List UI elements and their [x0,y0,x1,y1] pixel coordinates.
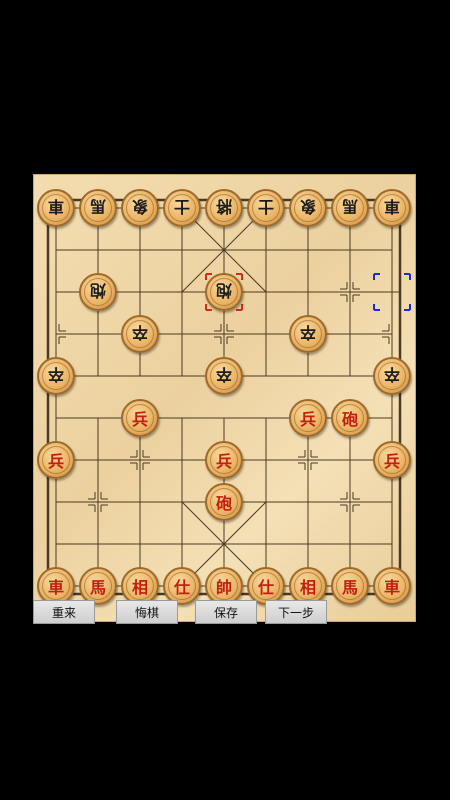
black-piece[interactable]: 卒 [373,357,411,395]
black-piece[interactable]: 象 [121,189,159,227]
piece-label: 馬 [341,578,358,597]
chessboard[interactable]: 車馬象士將士象馬車炮炮卒卒卒卒卒兵兵砲兵兵兵砲車馬相仕帥仕相馬車 [33,174,416,622]
piece-label: 卒 [215,365,232,384]
piece-label: 帥 [215,578,232,597]
red-piece[interactable]: 兵 [289,399,327,437]
piece-label: 將 [215,197,232,216]
black-piece[interactable]: 馬 [331,189,369,227]
black-piece[interactable]: 卒 [37,357,75,395]
piece-label: 馬 [89,197,106,216]
piece-label: 車 [47,197,64,216]
piece-label: 卒 [47,365,64,384]
piece-label: 砲 [341,410,358,429]
black-piece[interactable]: 卒 [121,315,159,353]
red-piece[interactable]: 兵 [121,399,159,437]
piece-label: 卒 [131,323,148,342]
piece-label: 兵 [215,452,232,471]
black-piece[interactable]: 將 [205,189,243,227]
piece-label: 仕 [257,578,274,597]
red-piece[interactable]: 砲 [205,483,243,521]
piece-label: 砲 [215,494,232,513]
piece-label: 相 [131,578,148,597]
piece-label: 車 [383,197,400,216]
black-piece[interactable]: 士 [163,189,201,227]
black-piece[interactable]: 炮 [205,273,243,311]
piece-label: 相 [299,578,316,597]
piece-label: 馬 [341,197,358,216]
black-piece[interactable]: 卒 [205,357,243,395]
black-piece[interactable]: 車 [373,189,411,227]
piece-label: 兵 [299,410,316,429]
piece-label: 炮 [215,281,232,300]
toolbar: 重来 悔棋 保存 下一步 [33,600,416,624]
black-piece[interactable]: 炮 [79,273,117,311]
piece-label: 炮 [89,281,106,300]
next-step-button[interactable]: 下一步 [265,600,327,624]
piece-label: 兵 [131,410,148,429]
black-piece[interactable]: 象 [289,189,327,227]
piece-label: 車 [47,578,64,597]
piece-label: 馬 [89,578,106,597]
piece-label: 兵 [383,452,400,471]
piece-label: 卒 [299,323,316,342]
red-piece[interactable]: 兵 [205,441,243,479]
piece-label: 仕 [173,578,190,597]
red-piece[interactable]: 砲 [331,399,369,437]
piece-label: 象 [131,197,148,216]
piece-label: 車 [383,578,400,597]
board-grid [46,198,411,596]
black-piece[interactable]: 士 [247,189,285,227]
red-piece[interactable]: 兵 [373,441,411,479]
piece-label: 象 [299,197,316,216]
undo-button[interactable]: 悔棋 [116,600,178,624]
black-piece[interactable]: 車 [37,189,75,227]
red-piece[interactable]: 兵 [37,441,75,479]
black-piece[interactable]: 卒 [289,315,327,353]
piece-label: 士 [257,197,274,216]
piece-label: 士 [173,197,190,216]
piece-label: 兵 [47,452,64,471]
piece-label: 卒 [383,365,400,384]
save-button[interactable]: 保存 [195,600,257,624]
black-piece[interactable]: 馬 [79,189,117,227]
restart-button[interactable]: 重来 [33,600,95,624]
